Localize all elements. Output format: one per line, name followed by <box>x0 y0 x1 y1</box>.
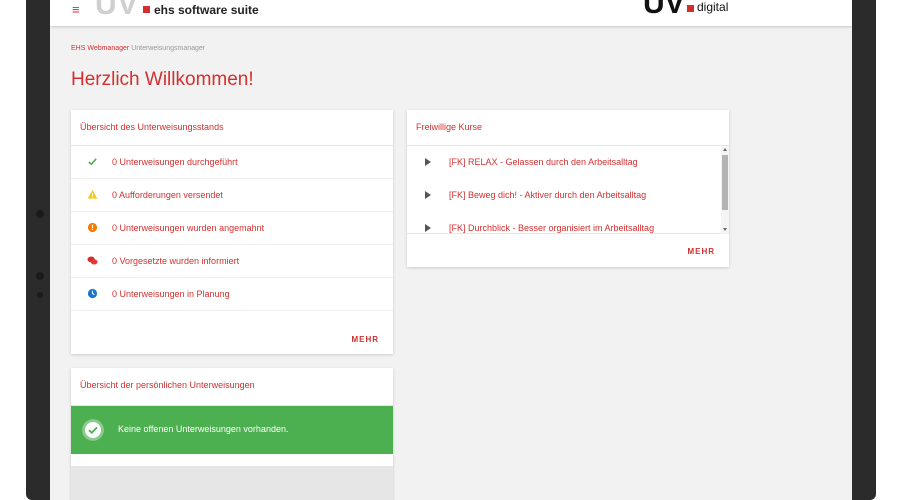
check-icon <box>88 158 97 166</box>
status-label: 0 Unterweisungen durchgeführt <box>112 157 238 167</box>
breadcrumb-link-ehs-webmanager[interactable]: EHS Webmanager <box>71 45 129 52</box>
placeholder-area <box>71 466 393 500</box>
side-button <box>36 272 44 280</box>
course-list-scrollbar[interactable] <box>721 146 729 234</box>
brand-name: ehs software suite <box>154 3 259 17</box>
course-list: [FK] RELAX - Gelassen durch den Arbeitsa… <box>407 146 729 234</box>
side-button <box>37 292 43 298</box>
voluntary-courses-card: Freiwillige Kurse [FK] RELAX - Gelassen … <box>407 110 729 267</box>
app-screen: ≡ UV ehs software suite UV digital EHS W… <box>50 0 852 500</box>
play-icon <box>425 191 431 199</box>
scroll-down-arrow-icon[interactable] <box>723 228 727 231</box>
chat-icon <box>87 256 98 265</box>
warning-icon <box>87 189 98 199</box>
status-label: 0 Aufforderungen versendet <box>112 190 223 200</box>
play-icon <box>425 158 431 166</box>
course-item[interactable]: [FK] RELAX - Gelassen durch den Arbeitsa… <box>407 146 729 179</box>
course-item[interactable]: [FK] Durchblick - Besser organisiert im … <box>407 212 729 233</box>
success-message: Keine offenen Unterweisungen vorhanden. <box>118 424 289 434</box>
status-row-requests-sent: 0 Aufforderungen versendet <box>71 179 393 212</box>
course-title: [FK] Beweg dich! - Aktiver durch den Arb… <box>449 190 647 200</box>
side-button <box>36 210 44 218</box>
course-title: [FK] Durchblick - Besser organisiert im … <box>449 223 655 233</box>
training-status-card: Übersicht des Unterweisungsstands 0 Unte… <box>71 110 393 354</box>
menu-icon[interactable]: ≡ <box>72 2 80 17</box>
course-title: [FK] RELAX - Gelassen durch den Arbeitsa… <box>449 157 638 167</box>
status-label: 0 Unterweisungen in Planung <box>112 289 230 299</box>
more-button[interactable]: MEHR <box>351 335 379 344</box>
card-title: Übersicht des Unterweisungsstands <box>71 110 393 146</box>
clock-icon <box>87 288 98 299</box>
scroll-thumb[interactable] <box>722 155 728 210</box>
brand-logo-mark: UV <box>95 0 139 21</box>
personal-training-card: Übersicht der persönlichen Unterweisunge… <box>71 368 393 500</box>
card-title: Freiwillige Kurse <box>407 110 729 146</box>
alert-icon <box>87 222 98 233</box>
breadcrumb-current: Unterweisungsmanager <box>131 45 206 52</box>
status-label: 0 Vorgesetzte wurden informiert <box>112 256 240 266</box>
course-item[interactable]: [FK] Beweg dich! - Aktiver durch den Arb… <box>407 179 729 212</box>
play-icon <box>425 224 431 232</box>
card-title: Übersicht der persönlichen Unterweisunge… <box>71 368 393 406</box>
scroll-up-arrow-icon[interactable] <box>723 148 727 151</box>
company-logo-text: digital <box>697 0 729 14</box>
more-button[interactable]: MEHR <box>687 247 715 256</box>
status-row-planned: 0 Unterweisungen in Planung <box>71 278 393 311</box>
breadcrumb: EHS Webmanager Unterweisungsmanager <box>71 45 205 52</box>
status-row-supervisors-informed: 0 Vorgesetzte wurden informiert <box>71 245 393 278</box>
check-circle-icon <box>82 419 104 441</box>
company-logo-mark: UV <box>643 0 685 20</box>
company-logo-square <box>687 5 694 12</box>
page-title: Herzlich Willkommen! <box>71 69 254 90</box>
status-row-completed: 0 Unterweisungen durchgeführt <box>71 146 393 179</box>
status-row-reminded: 0 Unterweisungen wurden angemahnt <box>71 212 393 245</box>
success-banner: Keine offenen Unterweisungen vorhanden. <box>71 406 393 454</box>
top-bar: ≡ UV ehs software suite UV digital <box>50 0 852 26</box>
brand-logo-square <box>143 6 150 13</box>
status-label: 0 Unterweisungen wurden angemahnt <box>112 223 265 233</box>
